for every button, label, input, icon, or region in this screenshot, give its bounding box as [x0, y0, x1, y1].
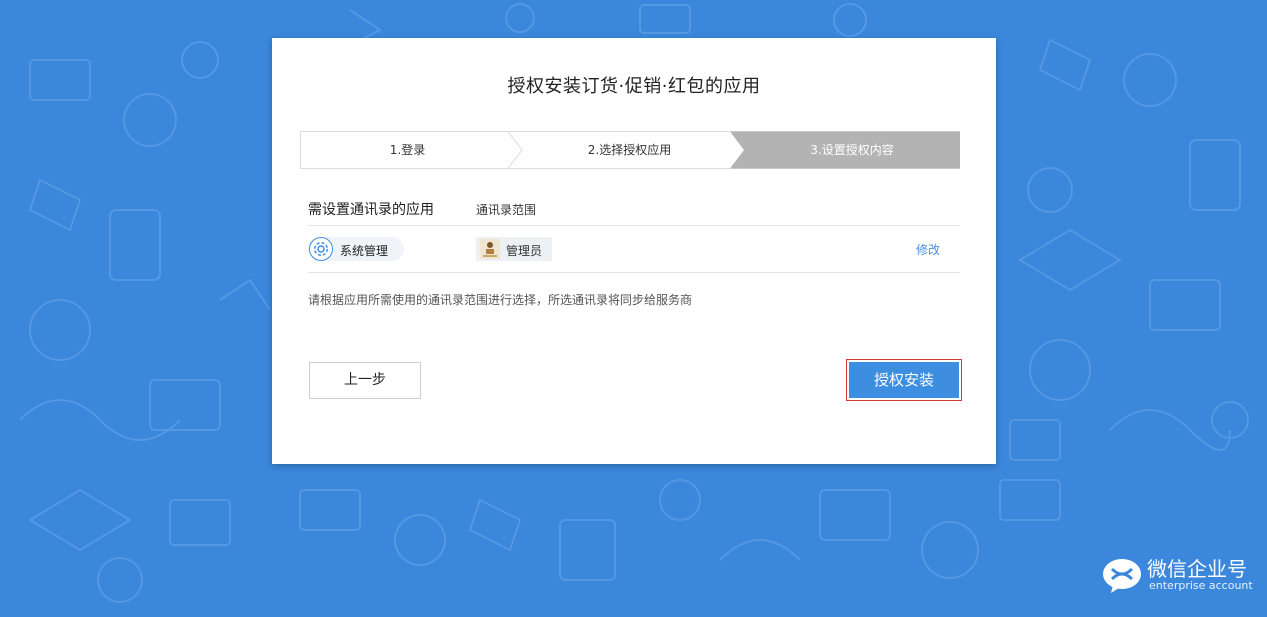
scope-chip: 管理员: [476, 237, 552, 261]
step-set-content: 3.设置授权内容: [810, 143, 894, 157]
contacts-section-header: 需设置通讯录的应用 通讯录范围: [308, 195, 960, 226]
authorize-install-button[interactable]: 授权安装: [849, 362, 959, 398]
hint-text: 请根据应用所需使用的通讯录范围进行选择，所选通讯录将同步给服务商: [308, 293, 693, 307]
install-button-focus-ring: 授权安装: [846, 359, 962, 401]
admin-avatar-icon: [480, 239, 500, 259]
step-progress-bar: 1.登录 2.选择授权应用 3.设置授权内容: [300, 131, 960, 169]
wechat-work-logo-icon: [1101, 555, 1143, 597]
app-name: 系统管理: [340, 244, 389, 258]
app-scope-row: 系统管理 管理员 修改: [308, 226, 960, 273]
step-select-app: 2.选择授权应用: [587, 143, 672, 157]
gear-icon: [309, 237, 333, 261]
step-login: 1.登录: [389, 143, 426, 157]
prev-step-button[interactable]: 上一步: [309, 362, 421, 399]
scope-name: 管理员: [506, 244, 543, 258]
modify-link[interactable]: 修改: [916, 241, 940, 258]
brand-logo-block: 微信企业号 enterprise account: [1091, 553, 1253, 597]
app-chip: 系统管理: [308, 237, 404, 261]
scope-heading: 通讯录范围: [476, 203, 537, 217]
brand-title: 微信企业号: [1147, 557, 1247, 581]
authorize-install-dialog: 授权安装订货·促销·红包的应用 1.登录 2.选择授权应用 3.设置授权内容 需…: [272, 38, 996, 464]
dialog-title: 授权安装订货·促销·红包的应用: [507, 76, 761, 97]
brand-subtitle: enterprise account: [1149, 579, 1253, 592]
section-heading: 需设置通讯录的应用: [308, 202, 434, 218]
